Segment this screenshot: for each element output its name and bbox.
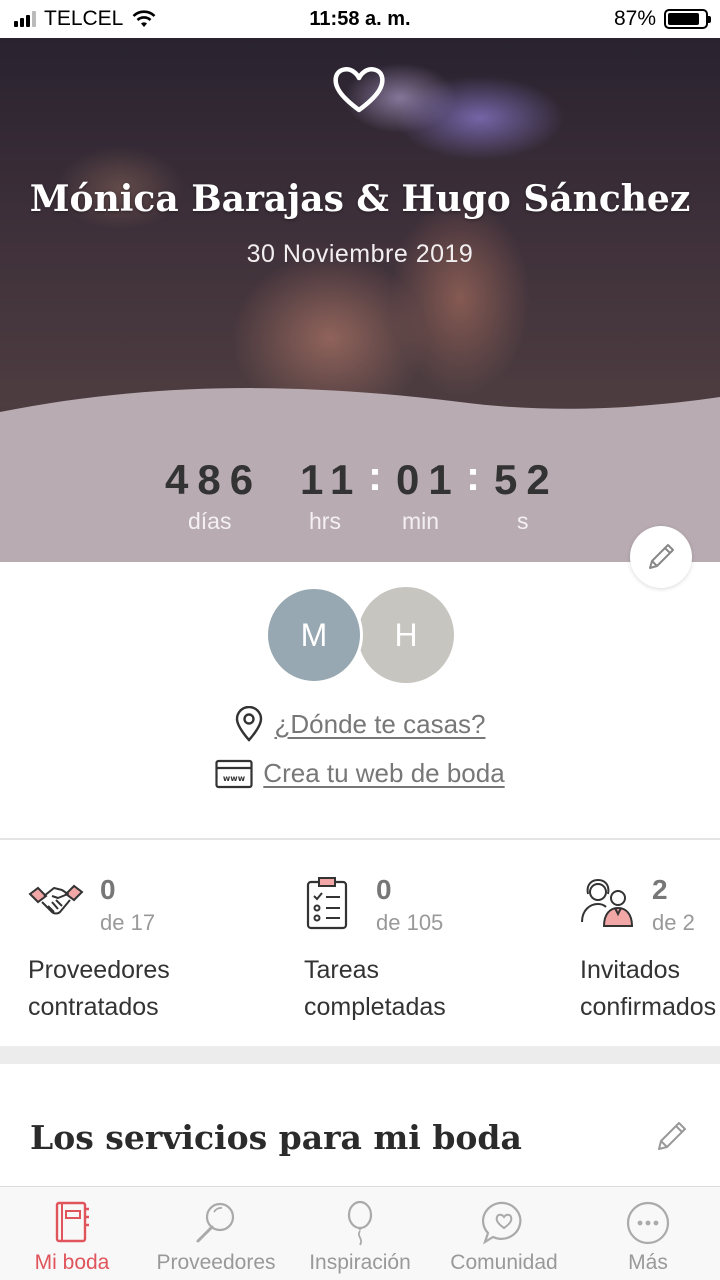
web-icon: www [215,759,253,788]
stat-label: Tareas completadas [304,952,446,1026]
checklist-icon [306,877,348,930]
tab-bar: Mi boda Proveedores Inspiración Comunida… [0,1186,720,1280]
guests-icon [581,878,634,927]
where-link-text[interactable]: ¿Dónde te casas? [274,709,485,740]
stat-label: Invitados confirmados [580,952,716,1026]
countdown-separator: : [368,452,382,499]
pencil-icon[interactable] [654,1118,690,1154]
battery-percent: 87% [613,7,656,30]
battery-icon [664,9,711,29]
handshake-icon [28,884,84,915]
tab-label: Inspiración [309,1251,411,1274]
balloon-icon [347,1200,373,1246]
wedding-web-link[interactable]: www Crea tu web de boda [0,758,720,789]
status-right: 87% [613,7,711,31]
wedding-web-link-text[interactable]: Crea tu web de boda [263,758,504,789]
stat-count: 0 [376,874,392,905]
status-bar: TELCEL 11:58 a. m. 87% [0,0,720,38]
signal-icon [14,11,36,27]
location-pin-icon [236,706,263,742]
divider [0,838,720,840]
countdown-hours-label: hrs [309,508,341,534]
wedding-date: 30 Noviembre 2019 [246,240,474,268]
section-separator [0,1046,720,1064]
stat-label-line: contratados [28,993,159,1021]
stat-total: de 17 [100,910,156,935]
stat-label-line: completadas [304,993,446,1021]
countdown-seconds: 52 [494,456,559,503]
stat-count: 2 [652,874,668,905]
stat-label-line: confirmados [580,993,717,1021]
tab-inspiracion[interactable]: Inspiración [288,1187,432,1280]
tab-comunidad[interactable]: Comunidad [432,1187,576,1280]
stat-total: de 2 [652,910,695,935]
heart-icon [333,67,385,113]
where-link[interactable]: ¿Dónde te casas? [0,706,720,742]
status-left: TELCEL [14,7,157,31]
stat-guests[interactable]: 2 de 2 Invitados confirmados [580,870,720,1040]
countdown-minutes-label: min [402,508,440,534]
section-title: Los servicios para mi boda [30,1118,522,1157]
svg-text:www: www [223,774,246,783]
countdown-days: 486 [165,456,263,503]
stat-label-line: Tareas [304,956,380,984]
carrier-label: TELCEL [44,7,124,30]
countdown-hours: 11 [300,456,363,503]
chat-heart-icon [481,1201,522,1245]
stat-label-line: Proveedores [28,956,170,984]
countdown-days-label: días [188,508,232,534]
more-icon [626,1201,670,1245]
tab-label: Más [628,1251,668,1274]
tab-mas[interactable]: Más [576,1187,720,1280]
avatar[interactable]: H [358,587,454,683]
tab-mi-boda[interactable]: Mi boda [0,1187,144,1280]
avatar-initial: H [394,616,418,653]
avatar[interactable]: M [265,586,363,684]
search-icon [196,1202,235,1243]
countdown-minutes: 01 [396,456,461,503]
pencil-icon [649,544,674,569]
tab-label: Proveedores [156,1251,276,1274]
edit-cover-button[interactable] [630,526,692,588]
stat-label-line: Invitados [580,956,681,984]
tab-label: Comunidad [450,1251,558,1274]
countdown-separator: : [466,452,480,499]
wifi-icon [132,10,156,27]
tab-proveedores[interactable]: Proveedores [144,1187,288,1280]
stat-total: de 105 [376,910,444,935]
tab-label: Mi boda [34,1251,110,1274]
countdown-seconds-label: s [517,508,529,534]
stat-count: 0 [100,874,116,905]
couple-name: Mónica Barajas & Hugo Sánchez [29,178,691,220]
stat-label: Proveedores contratados [28,952,170,1026]
avatar-initial: M [300,616,328,653]
notebook-icon [55,1201,89,1243]
